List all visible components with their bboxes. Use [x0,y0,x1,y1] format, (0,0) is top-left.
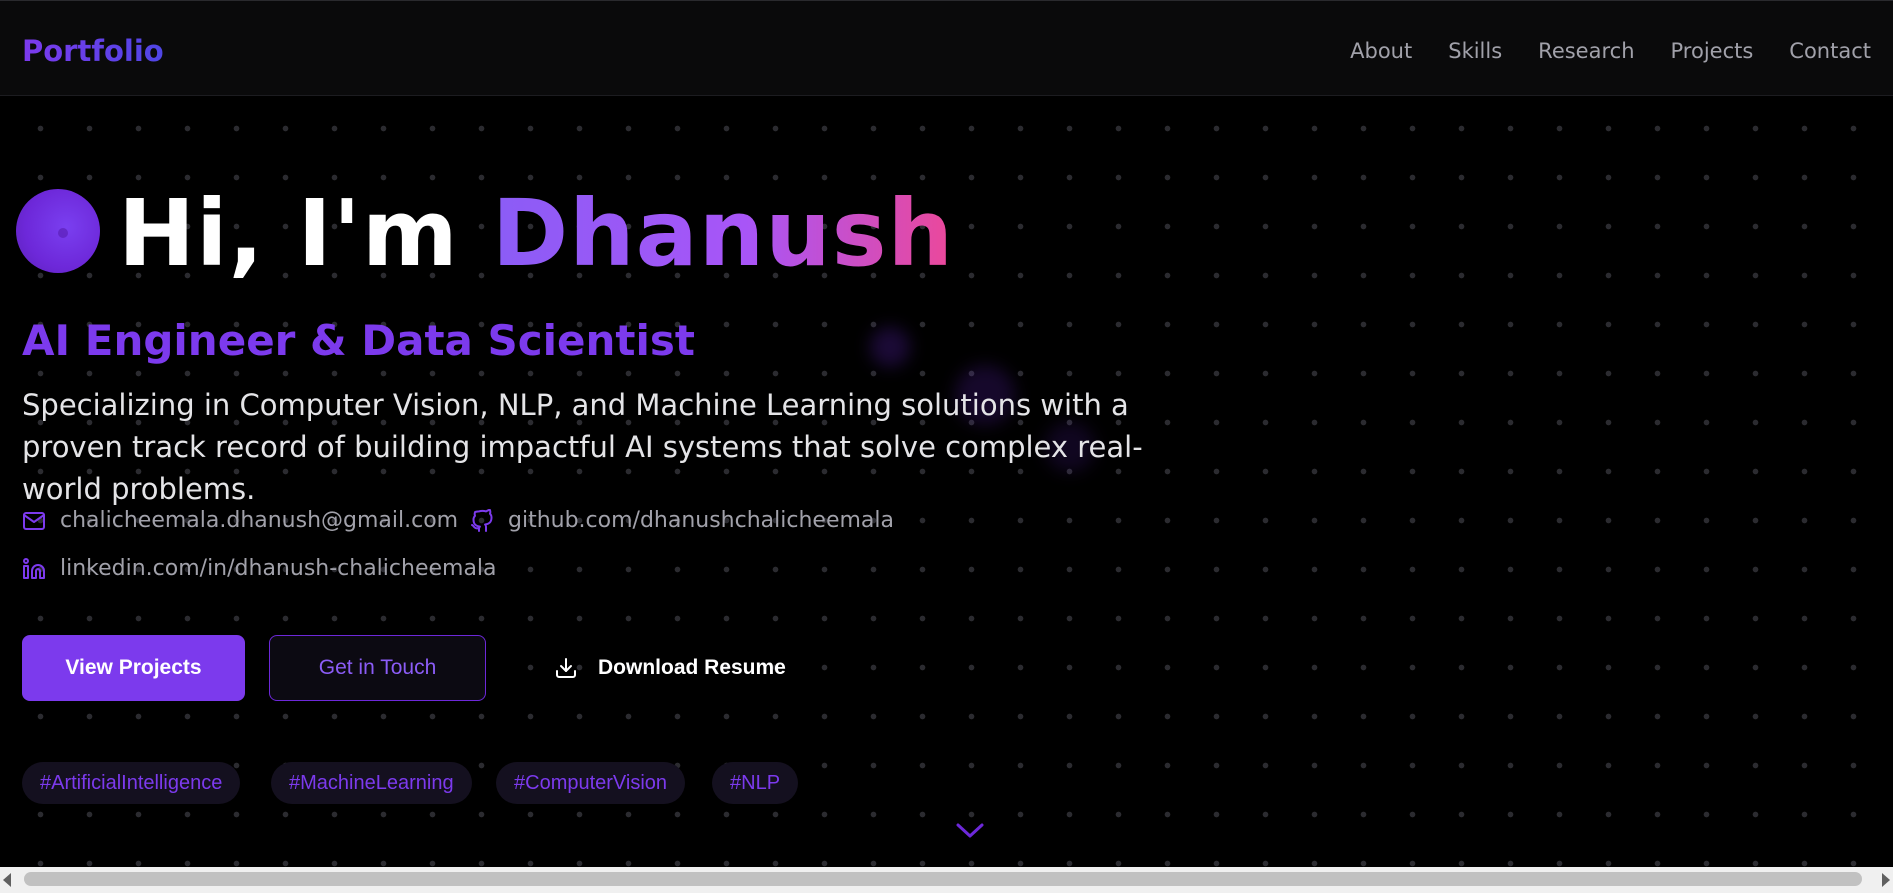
nav-links: About Skills Research Projects Contact [1350,39,1871,63]
download-resume-button[interactable]: Download Resume [554,635,794,701]
hashtag-chip[interactable]: #MachineLearning [271,762,472,804]
hero-name: Dhanush [491,180,955,287]
github-text: github.com/dhanushchalicheemala [508,508,894,533]
navbar: Portfolio About Skills Research Projects… [0,0,1893,96]
mail-icon [23,511,45,530]
nav-link-skills[interactable]: Skills [1448,39,1502,63]
horizontal-scrollbar[interactable] [0,867,1893,893]
download-icon [556,658,576,678]
linkedin-text: linkedin.com/in/dhanush-chalicheemala [60,556,497,581]
hero-heading: Hi, I'm Dhanush [118,184,954,284]
nav-link-contact[interactable]: Contact [1789,39,1871,63]
glow-decoration [870,327,910,367]
scroll-left-arrow-icon[interactable] [3,873,11,887]
scrollbar-thumb[interactable] [24,872,1862,886]
nav-link-about[interactable]: About [1350,39,1412,63]
scroll-right-arrow-icon[interactable] [1882,873,1890,887]
avatar-highlight [58,228,68,238]
hero-tagline: Specializing in Computer Vision, NLP, an… [22,388,1143,506]
view-projects-button[interactable]: View Projects [22,635,245,701]
hero-subtitle: AI Engineer & Data Scientist [22,316,695,365]
avatar [16,189,100,273]
hashtag-chip[interactable]: #NLP [712,762,799,804]
hero-greeting: Hi, I'm [118,180,492,287]
github-icon [471,508,493,532]
nav-link-research[interactable]: Research [1538,39,1634,63]
hashtag-chip[interactable]: #ArtificialIntelligence [22,762,241,804]
contact-github[interactable]: github.com/dhanushchalicheemala [470,508,894,533]
contact-email[interactable]: chalicheemala.dhanush@gmail.com [22,508,458,533]
chevron-down-icon[interactable] [954,822,986,840]
contact-linkedin[interactable]: linkedin.com/in/dhanush-chalicheemala [22,556,497,581]
hashtag-chip[interactable]: #ComputerVision [496,762,686,804]
email-text: chalicheemala.dhanush@gmail.com [60,508,459,533]
get-in-touch-button[interactable]: Get in Touch [269,635,486,701]
linkedin-icon [23,557,45,579]
download-resume-label: Download Resume [598,656,786,679]
brand-logo[interactable]: Portfolio [22,34,164,68]
nav-link-projects[interactable]: Projects [1671,39,1754,63]
